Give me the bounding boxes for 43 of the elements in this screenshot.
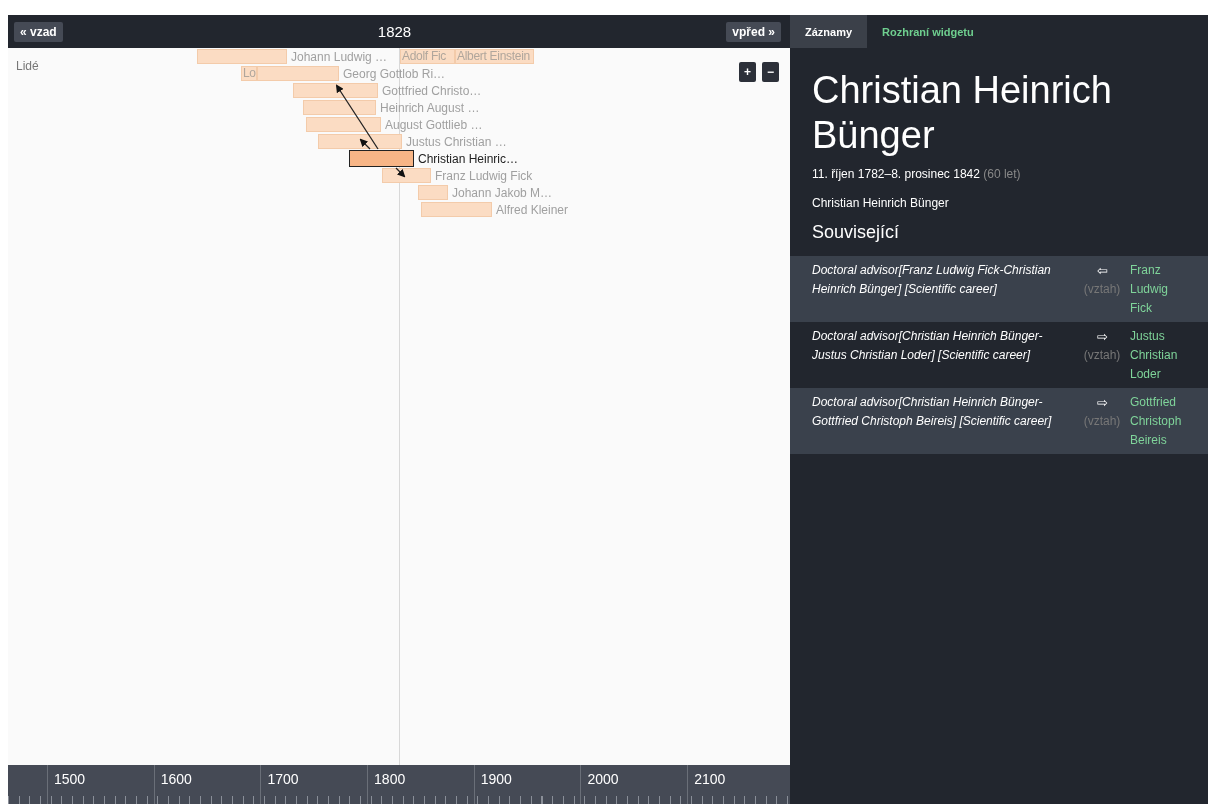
year-label: 1600 [160,771,192,787]
person-label: August Gottlieb … [385,117,483,133]
person-name: Christian Heinrich Bünger [812,196,950,210]
direction-arrow: ⇦ [1096,262,1108,280]
year-label: 2000 [587,771,619,787]
person-link[interactable]: Gottfried Christoph Beireis [1130,393,1192,450]
person-label: Alfred Kleiner [496,202,569,218]
person-label: Georg Gottlob Ri… [343,66,446,82]
person-label: Gottfried Christo… [382,83,482,99]
life-dates: 11. říjen 1782–8. prosinec 1842 (60 let) [812,167,1022,181]
relation-description: Doctoral advisor[Christian Heinrich Bünger-Gottfried Christoph Beireis] [Scientific career] [812,394,1053,430]
forward-button[interactable]: vpřed » [726,21,781,42]
relation-label: (vztah) [1083,413,1121,430]
record-title: Christian Heinrich Bünger [812,68,1113,158]
current-year: 1828 [377,23,412,40]
person-label: Christian Heinric… [418,151,519,167]
zoom-in-button[interactable]: + [739,62,756,82]
year-label: 1800 [374,771,406,787]
year-label: 1700 [267,771,299,787]
direction-arrow: ⇨ [1096,394,1108,412]
relation-description: Doctoral advisor[Franz Ludwig Fick-Christian Heinrich Bünger] [Scientific career] [812,262,1052,298]
relation-description: Doctoral advisor[Christian Heinrich Bünger-Justus Christian Loder] [Scientific career] [812,328,1044,364]
person-label: Johann Ludwig … [291,49,388,65]
person-link[interactable]: Justus Christian Loder [1130,327,1192,384]
section-label: Lidé [16,59,39,73]
person-label: Heinrich August … [380,100,480,116]
person-label: Johann Jakob M… [452,185,553,201]
related-heading: Související [812,222,901,243]
person-label: Franz Ludwig Fick [435,168,533,184]
direction-arrow: ⇨ [1096,328,1108,346]
year-label: 2100 [694,771,726,787]
year-label: 1900 [480,771,512,787]
lifespan-bar[interactable] [349,150,414,167]
relation-label: (vztah) [1083,347,1121,364]
zoom-out-button[interactable]: − [762,62,779,82]
back-button[interactable]: « vzad [14,21,63,42]
person-label: Justus Christian … [406,134,507,150]
panel-tab[interactable]: Rozhraní widgetu [867,15,989,48]
panel-tab[interactable]: Záznamy [790,15,868,48]
relation-label: (vztah) [1083,281,1121,298]
year-label: 1500 [54,771,86,787]
person-link[interactable]: Franz Ludwig Fick [1130,261,1192,318]
relation-arrow [395,167,406,178]
